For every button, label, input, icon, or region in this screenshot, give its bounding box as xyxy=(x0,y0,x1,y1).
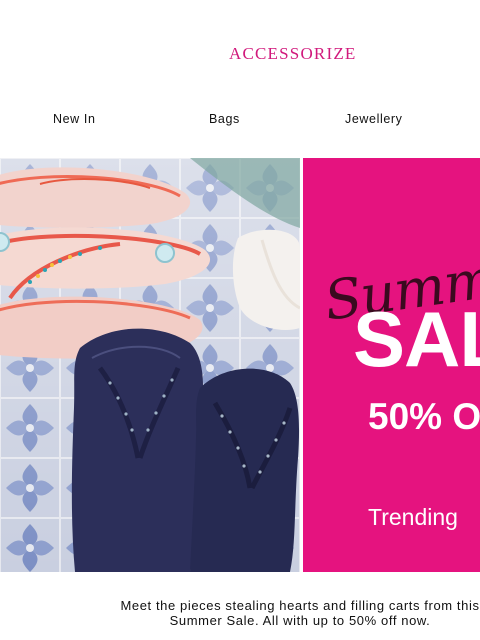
intro-line-2: Summer Sale. All with up to 50% off now. xyxy=(169,613,431,628)
hero-banner[interactable]: Summer SALE 50% OFF Trending xyxy=(0,158,480,572)
nav-item-bags[interactable]: Bags xyxy=(209,112,240,126)
email-header: ACCESSORIZE xyxy=(0,0,480,100)
nav-item-jewellery[interactable]: Jewellery xyxy=(345,112,403,126)
sale-promo-panel[interactable]: Summer SALE 50% OFF Trending xyxy=(303,158,480,572)
nav-item-new-in[interactable]: New In xyxy=(53,112,96,126)
intro-paragraph: Meet the pieces stealing hearts and fill… xyxy=(0,598,480,628)
promo-headline: SALE xyxy=(353,295,480,383)
main-nav: New In Bags Jewellery xyxy=(0,100,480,140)
brand-logo[interactable]: ACCESSORIZE xyxy=(229,44,357,64)
flip-flops-photo[interactable] xyxy=(0,158,300,572)
intro-line-1: Meet the pieces stealing hearts and fill… xyxy=(120,598,480,613)
promo-cta[interactable]: Trending xyxy=(368,504,458,531)
promo-offer: 50% OFF xyxy=(368,396,480,437)
